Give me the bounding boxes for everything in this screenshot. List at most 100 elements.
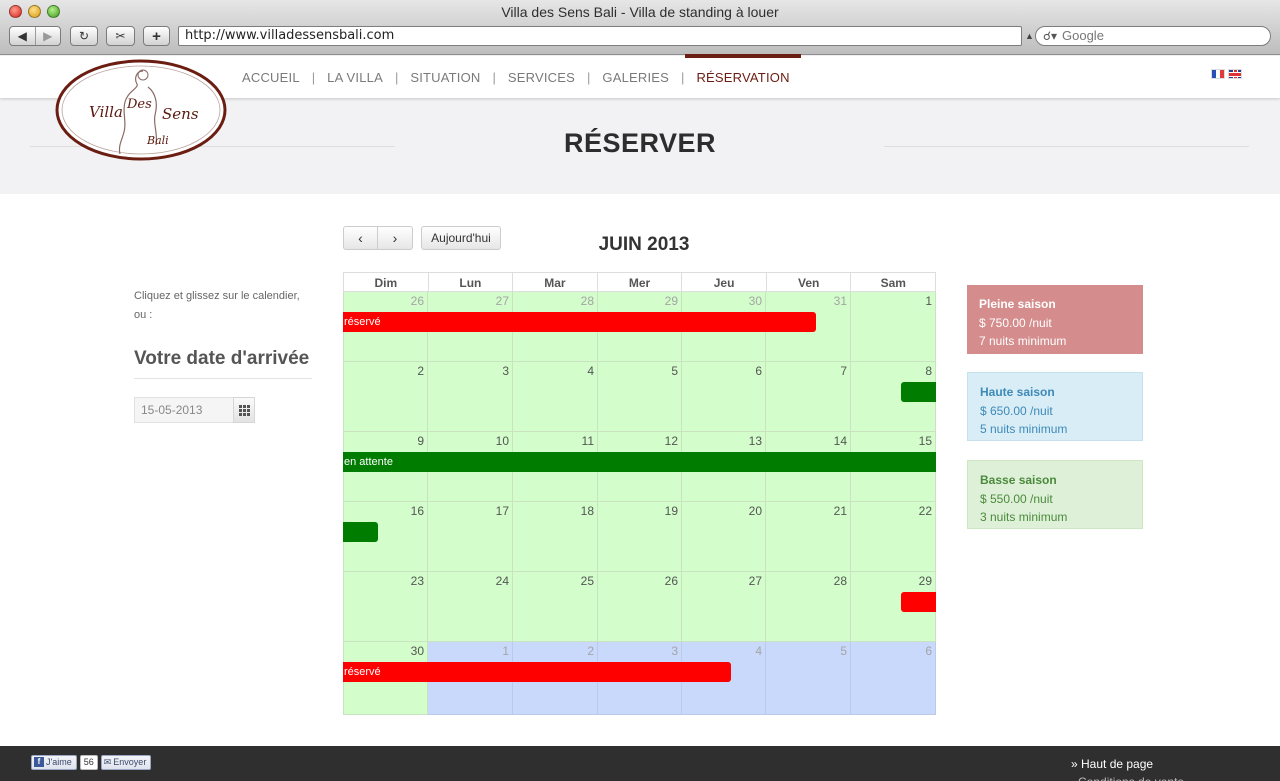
pending-booking-bar[interactable]: en attente	[343, 452, 936, 472]
arrival-date-input[interactable]	[134, 397, 234, 423]
conditions-link[interactable]: Conditions de vente	[1078, 775, 1184, 781]
main-content: Cliquez et glissez sur le calendier, ou …	[0, 194, 1280, 746]
calendar-day-cell[interactable]: 26	[598, 572, 682, 642]
address-dropdown-icon[interactable]: ▲	[1025, 31, 1034, 41]
reserved-booking-bar[interactable]	[901, 592, 936, 612]
nav-separator: |	[394, 69, 399, 85]
site-footer: f J'aime 56 ✉ Envoyer » Haut de page Con…	[0, 746, 1280, 781]
season-price: $ 550.00 /nuit	[980, 491, 1053, 506]
calendar-day-cell[interactable]: 20	[682, 502, 766, 572]
calendar-day-number: 26	[664, 574, 678, 588]
calendar-day-number: 6	[755, 364, 762, 378]
season-card-haute: Haute saison $ 650.00 /nuit 5 nuits mini…	[967, 372, 1143, 441]
calendar-grid[interactable]: 26 27 28 29 30 31 1 2 3 4 5 6 7 8 9 10 11 12 13 14 15 16 17 18 1…	[343, 292, 936, 715]
calendar-day-cell[interactable]: 6	[851, 642, 936, 715]
calendar-day-number: 1	[925, 294, 932, 308]
calendar-day-number: 14	[833, 434, 847, 448]
calendar-day-cell[interactable]: 27	[682, 572, 766, 642]
calendar-day-cell[interactable]: 4	[513, 362, 598, 432]
nav-accueil[interactable]: ACCUEIL	[242, 56, 300, 98]
english-flag-icon[interactable]	[1228, 69, 1242, 79]
facebook-like-button[interactable]: f J'aime	[31, 754, 77, 770]
calendar-day-number: 28	[833, 574, 847, 588]
season-name: Haute saison	[980, 385, 1055, 399]
calendar-day-cell[interactable]: 7	[766, 362, 851, 432]
nav-galeries[interactable]: GALERIES	[602, 56, 669, 98]
weekday-label: Ven	[766, 272, 852, 292]
snippet-button[interactable]: ✂	[106, 26, 135, 46]
logo-bali-text: Bali	[146, 134, 169, 147]
pending-booking-bar[interactable]	[343, 522, 378, 542]
weekday-label: Sam	[851, 272, 937, 292]
logo-villa-text: Villa	[89, 103, 123, 121]
calendar-day-number: 24	[495, 574, 509, 588]
calendar-day-cell[interactable]: 23	[343, 572, 428, 642]
season-name: Pleine saison	[979, 297, 1056, 311]
reserved-booking-bar[interactable]: réservé	[343, 662, 731, 682]
nav-situation[interactable]: SITUATION	[410, 56, 480, 98]
calendar-day-number: 19	[664, 504, 678, 518]
nav-la-villa[interactable]: LA VILLA	[327, 56, 383, 98]
forward-button[interactable]: ▶	[34, 27, 61, 45]
scissors-icon: ✂	[115, 29, 126, 43]
season-name: Basse saison	[980, 473, 1057, 487]
calendar-day-cell[interactable]: 24	[428, 572, 513, 642]
calendar-day-number: 1	[502, 644, 509, 658]
logo-des-text: Des	[126, 97, 152, 112]
calendar-day-cell[interactable]: 17	[428, 502, 513, 572]
calendar-grid-icon	[238, 404, 250, 416]
calendar-day-cell[interactable]: 2	[343, 362, 428, 432]
window-title: Villa des Sens Bali - Villa de standing …	[501, 4, 779, 20]
address-bar[interactable]: http://www.villadessensbali.com	[178, 26, 1022, 46]
calendar-day-number: 15	[918, 434, 932, 448]
nav-reservation[interactable]: RÉSERVATION	[685, 54, 801, 98]
calendar-day-number: 8	[925, 364, 932, 378]
calendar-day-number: 4	[587, 364, 594, 378]
back-to-top-link[interactable]: » Haut de page	[1071, 757, 1153, 771]
villa-des-sens-logo[interactable]: Villa Des Sens Bali	[55, 59, 227, 161]
calendar-day-cell[interactable]: 5	[598, 362, 682, 432]
french-flag-icon[interactable]	[1211, 69, 1225, 79]
search-icon: ☌▾	[1043, 29, 1058, 43]
logo-sens-text: Sens	[162, 105, 199, 123]
season-card-basse: Basse saison $ 550.00 /nuit 3 nuits mini…	[967, 460, 1143, 529]
reserved-booking-bar[interactable]: réservé	[343, 312, 816, 332]
calendar-day-number: 4	[755, 644, 762, 658]
calendar-day-cell[interactable]: 5	[766, 642, 851, 715]
facebook-icon: f	[34, 757, 44, 767]
pending-booking-bar[interactable]	[901, 382, 936, 402]
facebook-send-button[interactable]: ✉ Envoyer	[100, 754, 152, 770]
calendar-day-cell[interactable]: 1	[851, 292, 936, 362]
nav-separator: |	[492, 69, 496, 85]
calendar-day-number: 21	[833, 504, 847, 518]
calendar-day-number: 26	[410, 294, 424, 308]
calendar-day-cell[interactable]: 18	[513, 502, 598, 572]
calendar-day-cell[interactable]: 28	[766, 572, 851, 642]
back-button[interactable]: ◀	[10, 27, 35, 45]
main-nav: ACCUEIL | LA VILLA | SITUATION | SERVICE…	[242, 54, 801, 98]
add-bookmark-button[interactable]: +	[143, 26, 170, 46]
weekday-label: Lun	[428, 272, 514, 292]
nav-services[interactable]: SERVICES	[508, 56, 575, 98]
date-picker-button[interactable]	[233, 397, 255, 423]
calendar-day-number: 5	[840, 644, 847, 658]
calendar-day-number: 6	[925, 644, 932, 658]
like-label: J'aime	[46, 757, 72, 767]
search-input[interactable]: ☌▾ Google	[1035, 26, 1271, 46]
send-label: Envoyer	[113, 757, 147, 767]
nav-separator: |	[311, 69, 316, 85]
calendar-day-cell[interactable]: 22	[851, 502, 936, 572]
calendar-day-number: 31	[833, 294, 847, 308]
reload-button[interactable]: ↻	[70, 26, 98, 46]
calendar-day-number: 29	[918, 574, 932, 588]
calendar-day-cell[interactable]: 21	[766, 502, 851, 572]
calendar-day-cell[interactable]: 3	[428, 362, 513, 432]
calendar-day-cell[interactable]: 6	[682, 362, 766, 432]
season-price: $ 750.00 /nuit	[979, 315, 1052, 330]
calendar-day-number: 11	[581, 434, 594, 448]
calendar-day-cell[interactable]: 19	[598, 502, 682, 572]
calendar-day-cell[interactable]: 25	[513, 572, 598, 642]
calendar-day-number: 29	[664, 294, 678, 308]
weekday-label: Mar	[513, 272, 598, 292]
calendar-month-title: JUIN 2013	[598, 234, 690, 255]
